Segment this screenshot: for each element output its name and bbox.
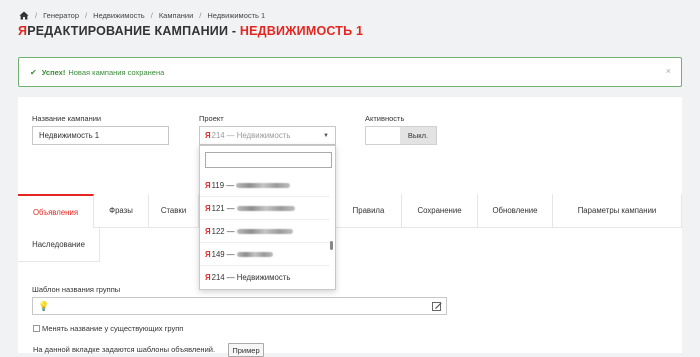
- page-title-main: РЕДАКТИРОВАНИЕ КАМПАНИИ -: [27, 24, 240, 38]
- project-search-input[interactable]: [205, 152, 332, 168]
- success-alert: ✔ Успех! Новая кампания сохранена ×: [18, 57, 682, 87]
- yandex-logo-icon: Я: [205, 273, 211, 282]
- yandex-logo-icon: Я: [205, 180, 211, 190]
- alert-message: Новая кампания сохранена: [68, 67, 165, 77]
- campaign-name-input[interactable]: Недвижимость 1: [32, 126, 169, 145]
- campaign-name-label: Название кампании: [32, 114, 102, 123]
- project-option-label: 149 —: [211, 249, 235, 259]
- tab-rules[interactable]: Правила: [336, 194, 402, 228]
- breadcrumb-separator: /: [199, 10, 202, 20]
- project-label: Проект: [199, 114, 224, 123]
- caret-down-icon: ▼: [323, 133, 329, 139]
- breadcrumb: / Генератор / Недвижимость / Кампании / …: [19, 8, 265, 22]
- tab-phrases[interactable]: Фразы: [94, 194, 149, 228]
- rename-existing-groups-checkbox[interactable]: [33, 325, 40, 332]
- project-option[interactable]: Я 119 —: [200, 174, 330, 197]
- project-option[interactable]: Я 122 —: [200, 220, 330, 243]
- rename-existing-groups-label: Менять название у существующих групп: [42, 324, 184, 333]
- project-option-label: 119 —: [211, 180, 235, 190]
- breadcrumb-separator: /: [35, 10, 38, 20]
- project-option-label: 214 — Недвижимость: [211, 273, 291, 282]
- project-option-label: 121 —: [211, 203, 235, 213]
- breadcrumb-separator: /: [150, 10, 153, 20]
- yandex-logo-icon: Я: [205, 203, 211, 213]
- example-button[interactable]: Пример: [228, 343, 264, 357]
- redacted-text: [236, 205, 295, 211]
- yandex-logo-icon: Я: [205, 131, 211, 140]
- project-select[interactable]: Я 214 — Недвижимость ▼: [199, 126, 336, 145]
- page-title: ЯРЕДАКТИРОВАНИЕ КАМПАНИИ - НЕДВИЖИМОСТЬ …: [18, 24, 363, 38]
- breadcrumb-link-campaigns[interactable]: Кампании: [159, 11, 193, 20]
- yandex-logo-icon: Я: [205, 226, 211, 236]
- edit-icon[interactable]: [432, 301, 442, 311]
- redacted-text: [236, 228, 293, 234]
- yandex-logo-icon: Я: [18, 24, 28, 38]
- toggle-on-side[interactable]: [366, 127, 400, 144]
- group-name-template-input[interactable]: 💡: [32, 297, 447, 315]
- group-name-template-label: Шаблон названия группы: [32, 285, 121, 294]
- tab-ads[interactable]: Объявления: [18, 194, 94, 228]
- check-icon: ✔: [30, 67, 37, 77]
- redacted-text: [236, 251, 273, 257]
- tabs: Объявления Фразы Ставки Правила Сохранен…: [18, 194, 682, 262]
- tab-updating[interactable]: Обновление: [478, 194, 553, 228]
- project-option-selected[interactable]: Я 214 — Недвижимость: [200, 266, 330, 289]
- project-option[interactable]: Я 121 —: [200, 197, 330, 220]
- breadcrumb-current: Недвижимость 1: [207, 10, 266, 20]
- tab-inheritance[interactable]: Наследование: [18, 228, 100, 262]
- breadcrumb-link-generator[interactable]: Генератор: [43, 11, 79, 20]
- breadcrumb-separator: /: [85, 10, 88, 20]
- tab-saving[interactable]: Сохранение: [402, 194, 478, 228]
- home-icon[interactable]: [19, 11, 29, 20]
- redacted-text: [236, 182, 291, 188]
- activity-toggle[interactable]: Выкл.: [365, 126, 437, 145]
- tab-bids[interactable]: Ставки: [149, 194, 199, 228]
- dropdown-scrollbar[interactable]: [329, 176, 334, 288]
- project-option-label: 122 —: [211, 226, 235, 236]
- lightbulb-icon[interactable]: 💡: [38, 301, 49, 312]
- yandex-logo-icon: Я: [205, 249, 211, 259]
- project-option[interactable]: Я 149 —: [200, 243, 330, 266]
- project-select-value: 214 — Недвижимость: [211, 131, 291, 140]
- breadcrumb-link-realty[interactable]: Недвижимость: [93, 11, 145, 20]
- activity-label: Активность: [365, 114, 405, 123]
- alert-strong: Успех!: [41, 67, 66, 77]
- tab-campaign-settings[interactable]: Параметры кампании: [553, 194, 682, 228]
- toggle-off-button[interactable]: Выкл.: [400, 127, 436, 144]
- close-icon[interactable]: ×: [666, 66, 671, 76]
- project-dropdown: Я 119 — Я 121 — Я 122 — Я 149 — Я 214 — …: [199, 145, 336, 290]
- page-title-campaign: НЕДВИЖИМОСТЬ 1: [239, 24, 364, 38]
- scrollbar-thumb[interactable]: [330, 241, 333, 250]
